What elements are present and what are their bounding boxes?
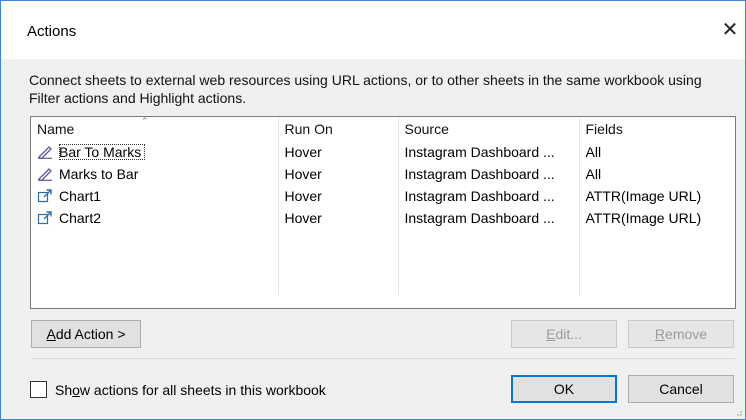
show-all-sheets-checkbox[interactable] — [30, 381, 47, 398]
url-action-icon — [37, 189, 53, 203]
cell-run-on[interactable]: Hover — [278, 207, 399, 229]
url-action-icon — [37, 211, 53, 225]
cell-source[interactable]: Instagram Dashboard ... — [398, 185, 580, 207]
remove-label: Remove — [654, 326, 708, 342]
show-all-sheets-label: Show actions for all sheets in this work… — [55, 381, 326, 398]
close-icon[interactable]: ✕ — [719, 19, 741, 41]
column-header-fields[interactable]: Fields — [579, 117, 735, 141]
cancel-label: Cancel — [659, 381, 703, 397]
highlight-action-icon — [37, 145, 53, 160]
table-header-row: Name ⌃ Run On Source Fields — [31, 117, 735, 141]
cell-fields[interactable]: All — [579, 141, 735, 163]
empty-table-row[interactable] — [31, 273, 735, 295]
cell-source[interactable]: Instagram Dashboard ... — [398, 163, 580, 185]
cancel-button[interactable]: Cancel — [628, 375, 734, 403]
table-row[interactable]: Bar To Marks Hover Instagram Dashboard ...… — [31, 141, 735, 163]
cell-source[interactable]: Instagram Dashboard ... — [398, 207, 580, 229]
action-name: Bar To Marks — [59, 144, 146, 160]
cell-run-on[interactable]: Hover — [278, 185, 399, 207]
add-action-button[interactable]: Add Action > — [31, 320, 141, 348]
add-action-label: Add Action > — [46, 326, 126, 342]
empty-table-row[interactable] — [31, 251, 735, 273]
cell-name[interactable]: Chart2 — [31, 207, 279, 229]
action-name: Chart1 — [59, 188, 102, 204]
empty-table-row[interactable] — [31, 229, 735, 251]
table-row[interactable]: Marks to Bar Hover Instagram Dashboard ...… — [31, 163, 735, 185]
highlight-action-icon — [37, 167, 53, 182]
action-name: Marks to Bar — [59, 166, 139, 182]
cell-name[interactable]: Marks to Bar — [31, 163, 279, 185]
column-header-run-on[interactable]: Run On — [278, 117, 399, 141]
cell-run-on[interactable]: Hover — [278, 163, 399, 185]
cell-name[interactable]: Bar To Marks — [31, 141, 279, 163]
divider — [31, 358, 735, 359]
cell-fields[interactable]: ATTR(Image URL) — [579, 185, 735, 207]
edit-label: Edit... — [546, 326, 582, 342]
cell-name[interactable]: Chart1 — [31, 185, 279, 207]
cell-run-on[interactable]: Hover — [278, 141, 399, 163]
column-header-source[interactable]: Source — [398, 117, 580, 141]
cell-fields[interactable]: All — [579, 163, 735, 185]
dialog-title: Actions — [27, 23, 77, 40]
dialog-description: Connect sheets to external web resources… — [29, 72, 702, 106]
resize-grip-icon[interactable] — [733, 407, 743, 417]
column-header-name[interactable]: Name ⌃ — [31, 117, 279, 141]
show-all-sheets-option[interactable]: Show actions for all sheets in this work… — [30, 381, 326, 398]
cell-fields[interactable]: ATTR(Image URL) — [579, 207, 735, 229]
ok-label: OK — [553, 381, 575, 397]
ok-button[interactable]: OK — [511, 375, 617, 403]
cell-source[interactable]: Instagram Dashboard ... — [398, 141, 580, 163]
actions-dialog: Actions ✕ Connect sheets to external web… — [0, 0, 746, 420]
table-row[interactable]: Chart2 Hover Instagram Dashboard ... ATTR(I… — [31, 207, 735, 229]
remove-button[interactable]: Remove — [628, 320, 734, 348]
edit-button[interactable]: Edit... — [511, 320, 617, 348]
actions-table: Name ⌃ Run On Source Fields Bar To Marks… — [30, 116, 736, 309]
action-name: Chart2 — [59, 210, 102, 226]
title-bar: Actions ✕ — [1, 1, 745, 59]
sort-caret-icon: ⌃ — [141, 117, 149, 126]
table-row[interactable]: Chart1 Hover Instagram Dashboard ... ATTR(I… — [31, 185, 735, 207]
